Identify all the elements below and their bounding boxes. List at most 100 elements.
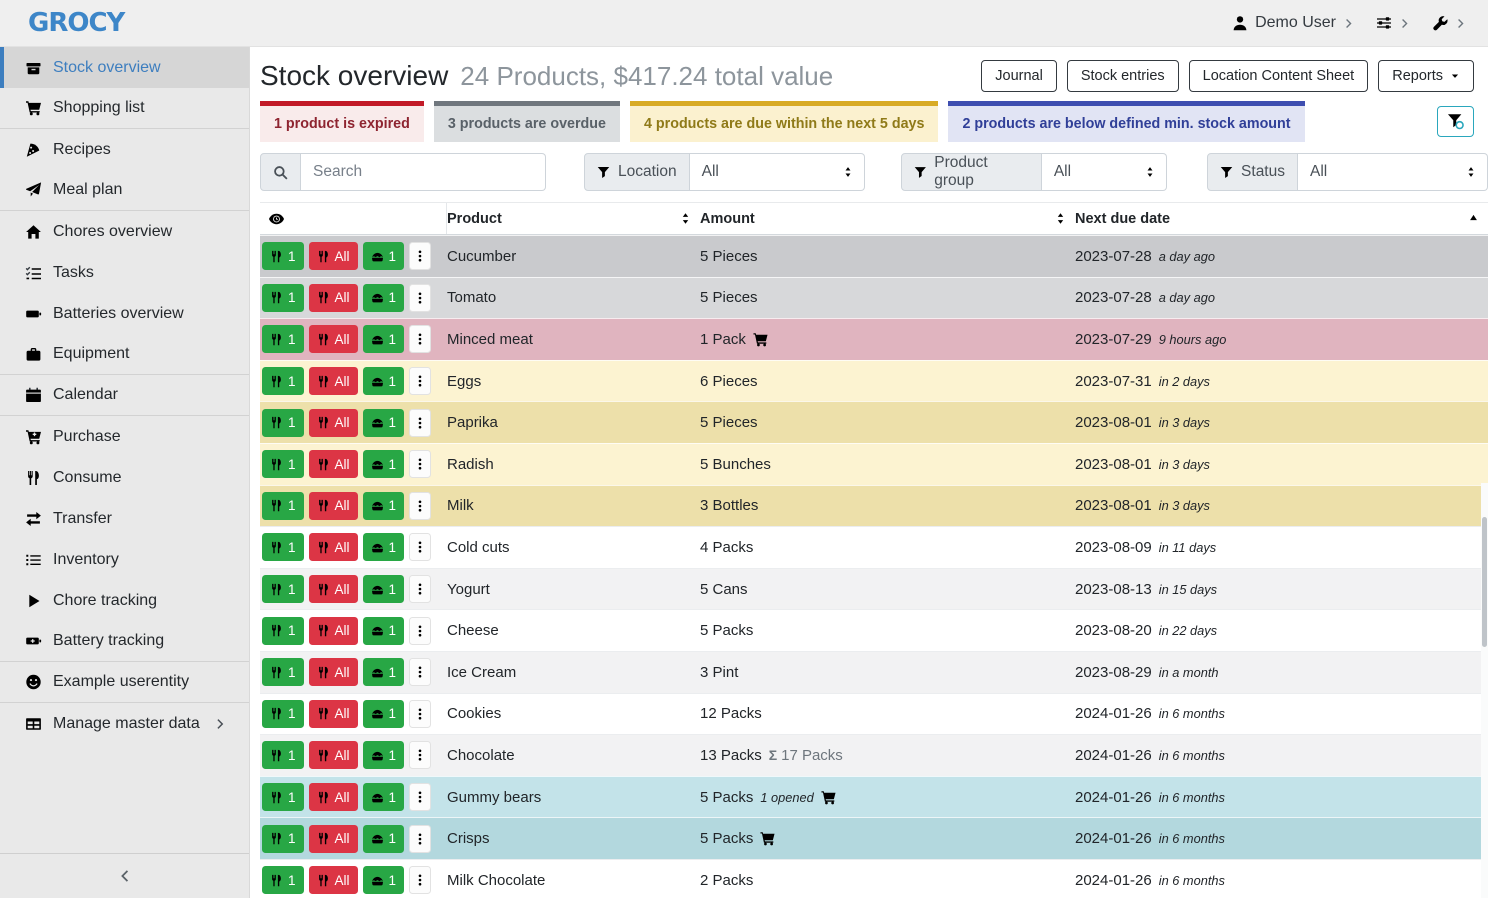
consume-all-button[interactable]: All xyxy=(309,450,358,478)
row-menu-button[interactable] xyxy=(409,492,431,520)
consume-all-button[interactable]: All xyxy=(309,367,358,395)
consume-all-button[interactable]: All xyxy=(309,866,358,894)
open-one-button[interactable]: 1 xyxy=(363,866,405,894)
sidebar-item-battery-tracking[interactable]: Battery tracking xyxy=(0,621,249,662)
row-menu-button[interactable] xyxy=(409,866,431,894)
consume-one-button[interactable]: 1 xyxy=(262,284,304,312)
consume-one-button[interactable]: 1 xyxy=(262,825,304,853)
row-menu-button[interactable] xyxy=(409,783,431,811)
consume-all-button[interactable]: All xyxy=(309,242,358,270)
sidebar-item-transfer[interactable]: Transfer xyxy=(0,498,249,539)
sidebar-item-batteries-overview[interactable]: Batteries overview xyxy=(0,293,249,334)
clear-filter-button[interactable] xyxy=(1437,106,1474,137)
sidebar-item-consume[interactable]: Consume xyxy=(0,457,249,498)
consume-all-button[interactable]: All xyxy=(309,741,358,769)
row-menu-button[interactable] xyxy=(409,658,431,686)
row-menu-button[interactable] xyxy=(409,242,431,270)
consume-one-button[interactable]: 1 xyxy=(262,658,304,686)
sidebar-item-stock-overview[interactable]: Stock overview xyxy=(0,47,249,88)
open-one-button[interactable]: 1 xyxy=(363,242,405,270)
consume-one-button[interactable]: 1 xyxy=(262,409,304,437)
sidebar-item-equipment[interactable]: Equipment xyxy=(0,334,249,375)
consume-one-button[interactable]: 1 xyxy=(262,866,304,894)
product-group-select[interactable]: All xyxy=(1042,153,1167,191)
row-menu-button[interactable] xyxy=(409,450,431,478)
row-menu-button[interactable] xyxy=(409,284,431,312)
journal-button[interactable]: Journal xyxy=(981,60,1057,92)
open-one-button[interactable]: 1 xyxy=(363,783,405,811)
admin-menu[interactable] xyxy=(1432,15,1466,31)
sidebar-item-example-userentity[interactable]: Example userentity xyxy=(0,662,249,703)
consume-all-button[interactable]: All xyxy=(309,409,358,437)
consume-all-button[interactable]: All xyxy=(309,325,358,353)
banner-expired[interactable]: 1 product is expired xyxy=(260,101,424,142)
consume-all-button[interactable]: All xyxy=(309,700,358,728)
consume-one-button[interactable]: 1 xyxy=(262,575,304,603)
row-menu-button[interactable] xyxy=(409,575,431,603)
app-logo[interactable]: GROCY xyxy=(28,8,124,38)
row-menu-button[interactable] xyxy=(409,825,431,853)
row-menu-button[interactable] xyxy=(409,741,431,769)
sidebar-collapse-button[interactable] xyxy=(0,853,249,898)
sidebar-item-shopping-list[interactable]: Shopping list xyxy=(0,88,249,129)
open-one-button[interactable]: 1 xyxy=(363,450,405,478)
reports-dropdown-button[interactable]: Reports xyxy=(1378,60,1474,92)
consume-all-button[interactable]: All xyxy=(309,575,358,603)
consume-one-button[interactable]: 1 xyxy=(262,450,304,478)
banner-below-min-stock[interactable]: 2 products are below defined min. stock … xyxy=(948,101,1304,142)
open-one-button[interactable]: 1 xyxy=(363,575,405,603)
consume-all-button[interactable]: All xyxy=(309,284,358,312)
row-menu-button[interactable] xyxy=(409,367,431,395)
columns-visibility-header[interactable] xyxy=(260,203,447,234)
open-one-button[interactable]: 1 xyxy=(363,284,405,312)
open-one-button[interactable]: 1 xyxy=(363,617,405,645)
sidebar-item-tasks[interactable]: Tasks xyxy=(0,252,249,293)
consume-all-button[interactable]: All xyxy=(309,617,358,645)
settings-menu[interactable] xyxy=(1376,15,1410,31)
column-header-next-due-date[interactable]: Next due date xyxy=(1075,203,1488,234)
open-one-button[interactable]: 1 xyxy=(363,533,405,561)
consume-all-button[interactable]: All xyxy=(309,658,358,686)
location-select[interactable]: All xyxy=(690,153,865,191)
stock-entries-button[interactable]: Stock entries xyxy=(1067,60,1179,92)
sidebar-item-manage-master-data[interactable]: Manage master data xyxy=(0,703,249,744)
sidebar-item-recipes[interactable]: Recipes xyxy=(0,129,249,170)
consume-one-button[interactable]: 1 xyxy=(262,741,304,769)
open-one-button[interactable]: 1 xyxy=(363,409,405,437)
consume-all-button[interactable]: All xyxy=(309,492,358,520)
sidebar-item-chore-tracking[interactable]: Chore tracking xyxy=(0,580,249,621)
open-one-button[interactable]: 1 xyxy=(363,825,405,853)
sidebar-item-meal-plan[interactable]: Meal plan xyxy=(0,170,249,211)
consume-one-button[interactable]: 1 xyxy=(262,242,304,270)
open-one-button[interactable]: 1 xyxy=(363,741,405,769)
consume-one-button[interactable]: 1 xyxy=(262,367,304,395)
scrollbar-thumb[interactable] xyxy=(1482,517,1487,647)
consume-one-button[interactable]: 1 xyxy=(262,700,304,728)
consume-one-button[interactable]: 1 xyxy=(262,325,304,353)
column-header-product[interactable]: Product xyxy=(447,203,700,234)
search-input[interactable] xyxy=(301,153,546,191)
row-menu-button[interactable] xyxy=(409,700,431,728)
row-menu-button[interactable] xyxy=(409,617,431,645)
status-select[interactable]: All xyxy=(1298,153,1488,191)
sidebar-item-inventory[interactable]: Inventory xyxy=(0,539,249,580)
row-menu-button[interactable] xyxy=(409,325,431,353)
consume-one-button[interactable]: 1 xyxy=(262,783,304,811)
sidebar-item-purchase[interactable]: Purchase xyxy=(0,416,249,457)
column-header-amount[interactable]: Amount xyxy=(700,203,1075,234)
consume-all-button[interactable]: All xyxy=(309,783,358,811)
consume-all-button[interactable]: All xyxy=(309,533,358,561)
open-one-button[interactable]: 1 xyxy=(363,367,405,395)
banner-due-soon[interactable]: 4 products are due within the next 5 day… xyxy=(630,101,938,142)
row-menu-button[interactable] xyxy=(409,533,431,561)
sidebar-item-calendar[interactable]: Calendar xyxy=(0,375,249,416)
user-menu[interactable]: Demo User xyxy=(1232,14,1354,32)
open-one-button[interactable]: 1 xyxy=(363,658,405,686)
banner-overdue[interactable]: 3 products are overdue xyxy=(434,101,620,142)
consume-one-button[interactable]: 1 xyxy=(262,533,304,561)
location-content-sheet-button[interactable]: Location Content Sheet xyxy=(1189,60,1369,92)
open-one-button[interactable]: 1 xyxy=(363,325,405,353)
consume-all-button[interactable]: All xyxy=(309,825,358,853)
sidebar-item-chores-overview[interactable]: Chores overview xyxy=(0,211,249,252)
consume-one-button[interactable]: 1 xyxy=(262,492,304,520)
